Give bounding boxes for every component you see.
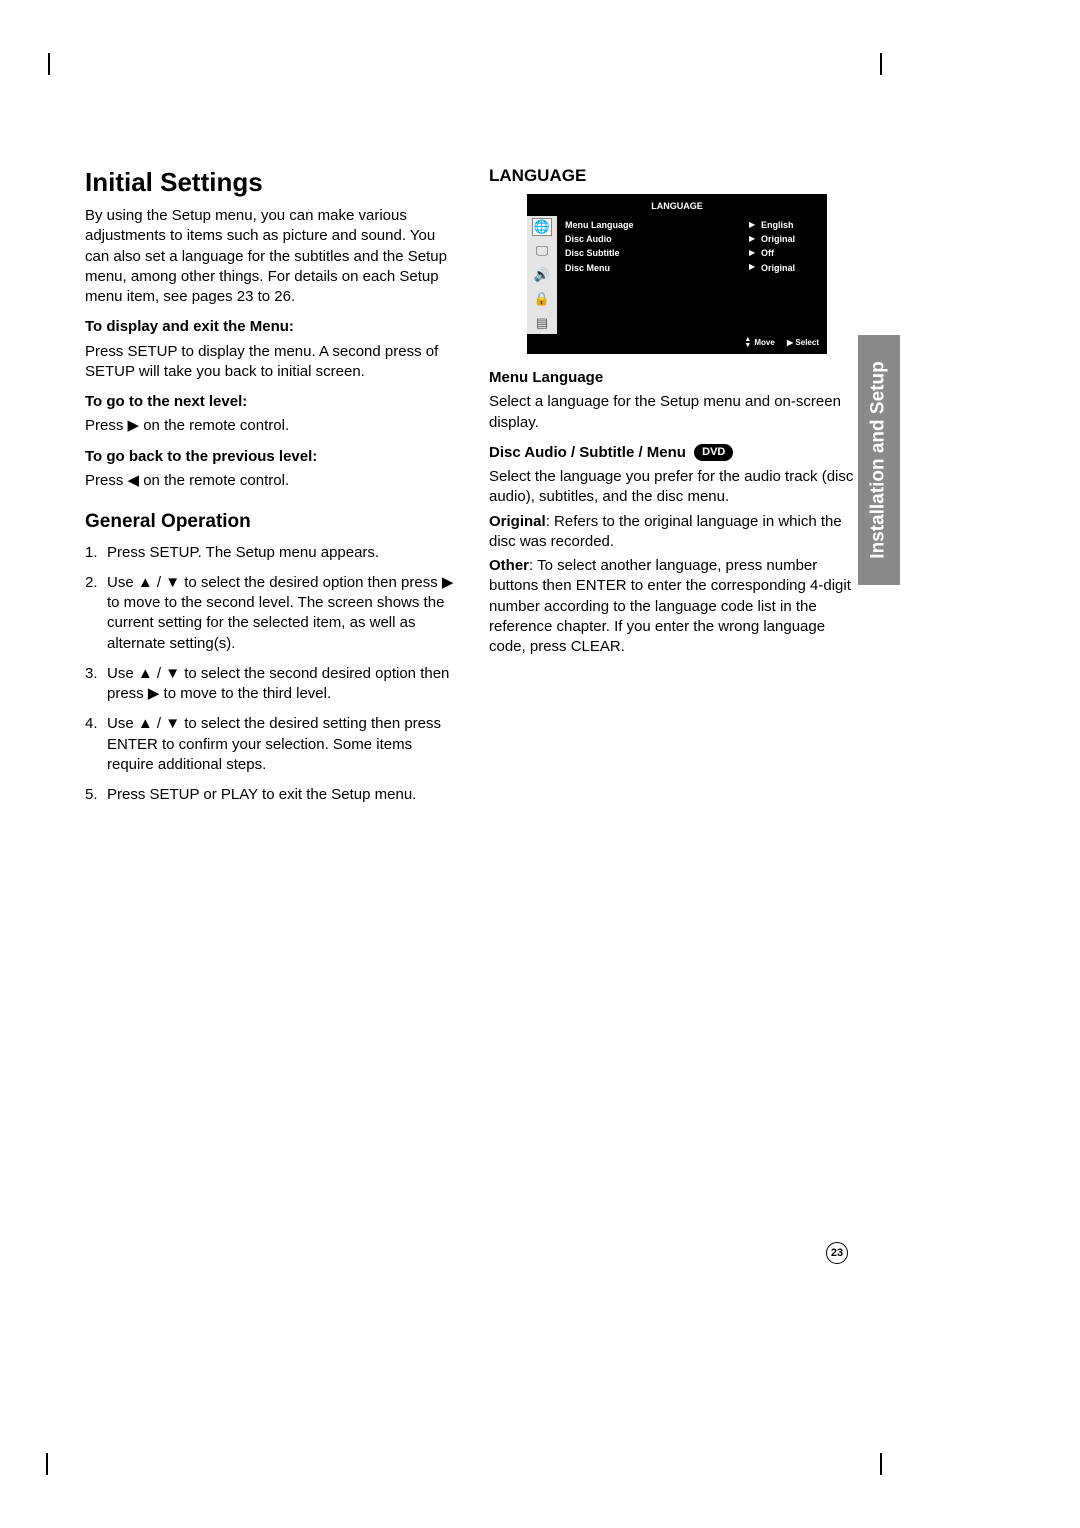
section-tab-label: Installation and Setup <box>868 361 890 558</box>
osd-label: Menu Language <box>565 219 749 231</box>
triangle-right-icon: ▶ <box>749 220 761 231</box>
other-text: : To select another language, press numb… <box>489 557 851 655</box>
triangle-right-icon: ▶ <box>749 248 761 259</box>
triangle-right-icon: ▶ <box>749 234 761 245</box>
crop-mark-tr <box>860 55 880 75</box>
display-exit-text: Press SETUP to display the menu. A secon… <box>85 342 461 383</box>
dvd-badge: DVD <box>694 444 733 461</box>
updown-icon: ▲▼ <box>744 337 751 349</box>
menu-language-heading: Menu Language <box>489 368 865 388</box>
osd-menu: LANGUAGE 🌐 🖵 🔊 🔒 ▤ Menu Language ▶ Engl <box>527 194 827 354</box>
osd-row-disc-audio: Disc Audio ▶ Original <box>565 232 821 246</box>
left-column: Initial Settings By using the Setup menu… <box>85 165 461 815</box>
previous-level-text: Press ◀ on the remote control. <box>85 471 461 491</box>
heading-general-operation: General Operation <box>85 509 461 535</box>
display-exit-heading: To display and exit the Menu: <box>85 317 461 337</box>
osd-row-menu-language: Menu Language ▶ English <box>565 218 821 232</box>
osd-row-disc-subtitle: Disc Subtitle ▶ Off <box>565 246 821 260</box>
osd-value: Off <box>761 247 821 259</box>
crop-mark-bl <box>48 1453 68 1473</box>
osd-value: Original <box>761 233 821 245</box>
page-content: Initial Settings By using the Setup menu… <box>85 165 865 815</box>
original-label: Original <box>489 513 546 530</box>
other-paragraph: Other: To select another language, press… <box>489 556 865 657</box>
lock-icon: 🔒 <box>532 290 552 308</box>
step-3: Use ▲ / ▼ to select the second desired o… <box>85 664 461 705</box>
speaker-icon: 🔊 <box>532 266 552 284</box>
disc-audio-text: Select the language you prefer for the a… <box>489 467 865 508</box>
step-2: Use ▲ / ▼ to select the desired option t… <box>85 573 461 654</box>
crop-mark-tl <box>48 55 68 75</box>
triangle-right-icon: ▶ <box>749 262 761 273</box>
intro-text: By using the Setup menu, you can make va… <box>85 206 461 307</box>
menu-language-text: Select a language for the Setup menu and… <box>489 392 865 433</box>
osd-row-disc-menu: Disc Menu ▶ Original <box>565 261 821 275</box>
next-level-heading: To go to the next level: <box>85 392 461 412</box>
globe-icon: 🌐 <box>532 218 552 236</box>
next-level-text: Press ▶ on the remote control. <box>85 416 461 436</box>
misc-icon: ▤ <box>532 314 552 332</box>
heading-initial-settings: Initial Settings <box>85 165 461 200</box>
other-label: Other <box>489 557 529 574</box>
step-4: Use ▲ / ▼ to select the desired setting … <box>85 714 461 775</box>
osd-label: Disc Audio <box>565 233 749 245</box>
display-icon: 🖵 <box>532 242 552 260</box>
previous-level-heading: To go back to the previous level: <box>85 447 461 467</box>
page-number-value: 23 <box>831 1247 843 1259</box>
step-5: Press SETUP or PLAY to exit the Setup me… <box>85 785 461 805</box>
osd-footer: ▲▼Move ▶ Select <box>527 334 827 354</box>
osd-title: LANGUAGE <box>527 198 827 216</box>
osd-value: Original <box>761 262 821 274</box>
disc-audio-heading: Disc Audio / Subtitle / Menu DVD <box>489 443 865 463</box>
osd-foot-move: Move <box>754 338 774 347</box>
osd-label: Disc Menu <box>565 262 749 274</box>
osd-foot-select: Select <box>795 338 819 347</box>
page-number: 23 <box>826 1242 848 1264</box>
osd-label: Disc Subtitle <box>565 247 749 259</box>
osd-value: English <box>761 219 821 231</box>
osd-icon-strip: 🌐 🖵 🔊 🔒 ▤ <box>527 216 557 334</box>
disc-audio-heading-text: Disc Audio / Subtitle / Menu <box>489 444 686 461</box>
general-operation-list: Press SETUP. The Setup menu appears. Use… <box>85 543 461 806</box>
original-paragraph: Original: Refers to the original languag… <box>489 512 865 553</box>
osd-rows: Menu Language ▶ English Disc Audio ▶ Ori… <box>557 216 827 334</box>
crop-mark-br <box>860 1453 880 1473</box>
step-1: Press SETUP. The Setup menu appears. <box>85 543 461 563</box>
right-column: LANGUAGE LANGUAGE 🌐 🖵 🔊 🔒 ▤ Menu Languag… <box>489 165 865 815</box>
heading-language: LANGUAGE <box>489 165 865 188</box>
